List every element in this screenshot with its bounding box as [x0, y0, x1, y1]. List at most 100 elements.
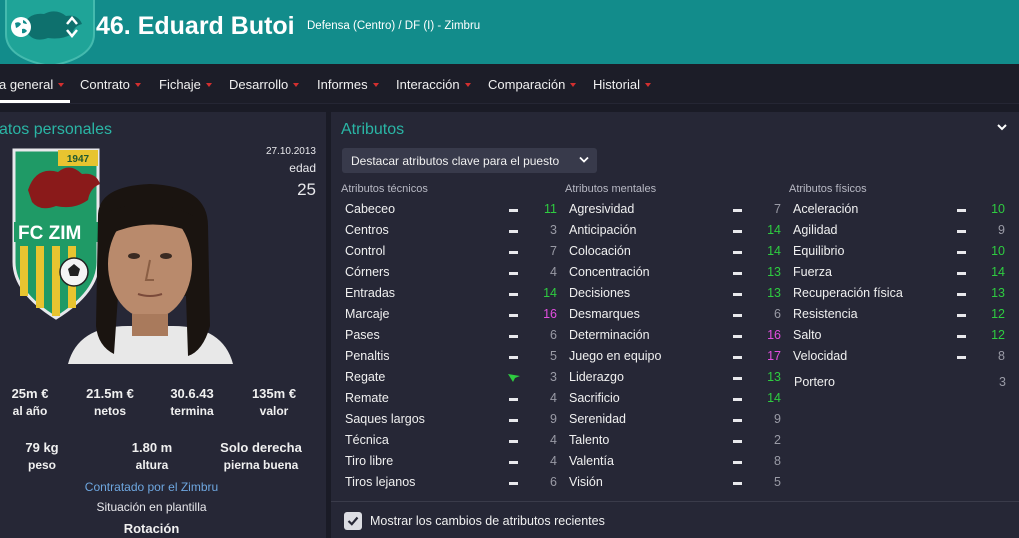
- no-change-dash-icon: [957, 230, 966, 233]
- physical-attribute-row: Resistencia 12: [789, 305, 1005, 326]
- attribute-name: Fuerza: [793, 265, 832, 279]
- chevron-down-icon: [205, 83, 212, 87]
- attribute-name: Tiros lejanos: [345, 475, 416, 489]
- chevron-down-icon[interactable]: [996, 121, 1008, 133]
- attribute-name: Concentración: [569, 265, 650, 279]
- mental-attribute-row: Sacrificio 14: [565, 389, 781, 410]
- attribute-name: Aceleración: [793, 202, 859, 216]
- preferred-foot-label: pierna buena: [223, 458, 299, 472]
- badge-year: 1947: [67, 154, 90, 165]
- show-recent-changes-checkbox[interactable]: [344, 512, 362, 530]
- attributes-title: Atributos: [341, 121, 405, 138]
- tab-interaction[interactable]: Interacción: [396, 77, 471, 92]
- technical-attributes-header: Atributos técnicos: [341, 183, 428, 195]
- no-change-dash-icon: [509, 293, 518, 296]
- attribute-name: Equilibrio: [793, 244, 845, 258]
- chevron-down-icon: [579, 156, 589, 163]
- previous-next-player-icon[interactable]: [64, 14, 80, 40]
- goalkeeper-label: Portero: [794, 375, 835, 389]
- tab-contract[interactable]: Contrato: [80, 77, 141, 92]
- age-value: 25: [297, 180, 316, 199]
- contracted-by-link[interactable]: Contratado por el Zimbru: [0, 480, 303, 494]
- personal-data-title: atos personales: [0, 121, 112, 138]
- attribute-value: 14: [767, 244, 781, 258]
- attribute-value: 17: [767, 349, 781, 363]
- weight-value: 79 kg: [25, 440, 59, 455]
- chevron-down-icon: [293, 83, 300, 87]
- no-change-dash-icon: [733, 293, 742, 296]
- technical-attribute-row: Córners 4: [341, 263, 557, 284]
- mental-attribute-row: Colocación 14: [565, 242, 781, 263]
- attribute-value: 11: [544, 202, 557, 216]
- physical-attribute-row: Velocidad 8: [789, 347, 1005, 368]
- attribute-name: Sacrificio: [569, 391, 620, 405]
- chevron-down-icon: [570, 83, 577, 87]
- attribute-name: Cabeceo: [345, 202, 396, 216]
- technical-attribute-row: Penaltis 5: [341, 347, 557, 368]
- tab-overview[interactable]: a general: [0, 77, 65, 92]
- attribute-value: 2: [774, 433, 781, 447]
- no-change-dash-icon: [733, 377, 742, 380]
- contract-end-stat: 30.6.43 termina: [152, 386, 232, 418]
- mental-attribute-row: Talento 2: [565, 431, 781, 452]
- attribute-name: Talento: [569, 433, 610, 447]
- tab-history[interactable]: Historial: [593, 77, 651, 92]
- attribute-name: Velocidad: [793, 349, 848, 363]
- physical-attribute-row: Agilidad 9: [789, 221, 1005, 242]
- no-change-dash-icon: [509, 209, 518, 212]
- chevron-down-icon: [372, 83, 379, 87]
- technical-attribute-row: Control 7: [341, 242, 557, 263]
- technical-attribute-row: Técnica 4: [341, 431, 557, 452]
- attribute-name: Valentía: [569, 454, 614, 468]
- tab-comparison[interactable]: Comparación: [488, 77, 577, 92]
- technical-attribute-row: Pases 6: [341, 326, 557, 347]
- globe-icon[interactable]: [10, 16, 32, 38]
- physical-attribute-row: Fuerza 14: [789, 263, 1005, 284]
- no-change-dash-icon: [509, 440, 518, 443]
- highlight-key-attributes-dropdown[interactable]: Destacar atributos clave para el puesto: [342, 148, 597, 173]
- attribute-name: Penaltis: [345, 349, 390, 363]
- mental-attribute-row: Agresividad 7: [565, 200, 781, 221]
- player-position-club[interactable]: Defensa (Centro) / DF (I) - Zimbru: [307, 20, 480, 32]
- attribute-name: Anticipación: [569, 223, 637, 237]
- physical-attribute-row: Salto 12: [789, 326, 1005, 347]
- no-change-dash-icon: [509, 272, 518, 275]
- attribute-value: 12: [991, 307, 1005, 321]
- preferred-foot-stat: Solo derecha pierna buena: [206, 440, 316, 472]
- attribute-value: 8: [774, 454, 781, 468]
- net-wage-stat: 21.5m € netos: [70, 386, 150, 418]
- no-change-dash-icon: [957, 272, 966, 275]
- no-change-dash-icon: [509, 230, 518, 233]
- attribute-value: 13: [991, 286, 1005, 300]
- squad-status-value: Rotación: [123, 521, 180, 536]
- attribute-value: 16: [543, 307, 557, 321]
- physical-attribute-row: Aceleración 10: [789, 200, 1005, 221]
- dropdown-label: Destacar atributos clave para el puesto: [351, 154, 560, 168]
- attribute-name: Colocación: [569, 244, 631, 258]
- attribute-value: 14: [767, 391, 781, 405]
- no-change-dash-icon: [733, 398, 742, 401]
- attribute-name: Control: [345, 244, 386, 258]
- attribute-name: Serenidad: [569, 412, 626, 426]
- squad-status-label: Situación en plantilla: [96, 500, 207, 514]
- attribute-name: Saques largos: [345, 412, 425, 426]
- attribute-value: 5: [550, 349, 557, 363]
- tab-transfer[interactable]: Fichaje: [159, 77, 212, 92]
- tab-development[interactable]: Desarrollo: [229, 77, 300, 92]
- tab-reports[interactable]: Informes: [317, 77, 379, 92]
- technical-attribute-row: Marcaje 16: [341, 305, 557, 326]
- attribute-name: Remate: [345, 391, 389, 405]
- tab-label: Historial: [593, 77, 640, 92]
- attribute-value: 13: [767, 265, 781, 279]
- preferred-foot-value: Solo derecha: [220, 440, 302, 455]
- technical-attribute-row: Tiros lejanos 6: [341, 473, 557, 494]
- no-change-dash-icon: [957, 356, 966, 359]
- attribute-name: Pases: [345, 328, 380, 342]
- mental-attribute-row: Concentración 13: [565, 263, 781, 284]
- physical-attribute-row: Recuperación física 13: [789, 284, 1005, 305]
- attribute-value: 13: [767, 370, 781, 384]
- weight-label: peso: [27, 458, 56, 472]
- no-change-dash-icon: [733, 335, 742, 338]
- attribute-value: 3: [550, 223, 557, 237]
- attribute-value: 4: [550, 265, 557, 279]
